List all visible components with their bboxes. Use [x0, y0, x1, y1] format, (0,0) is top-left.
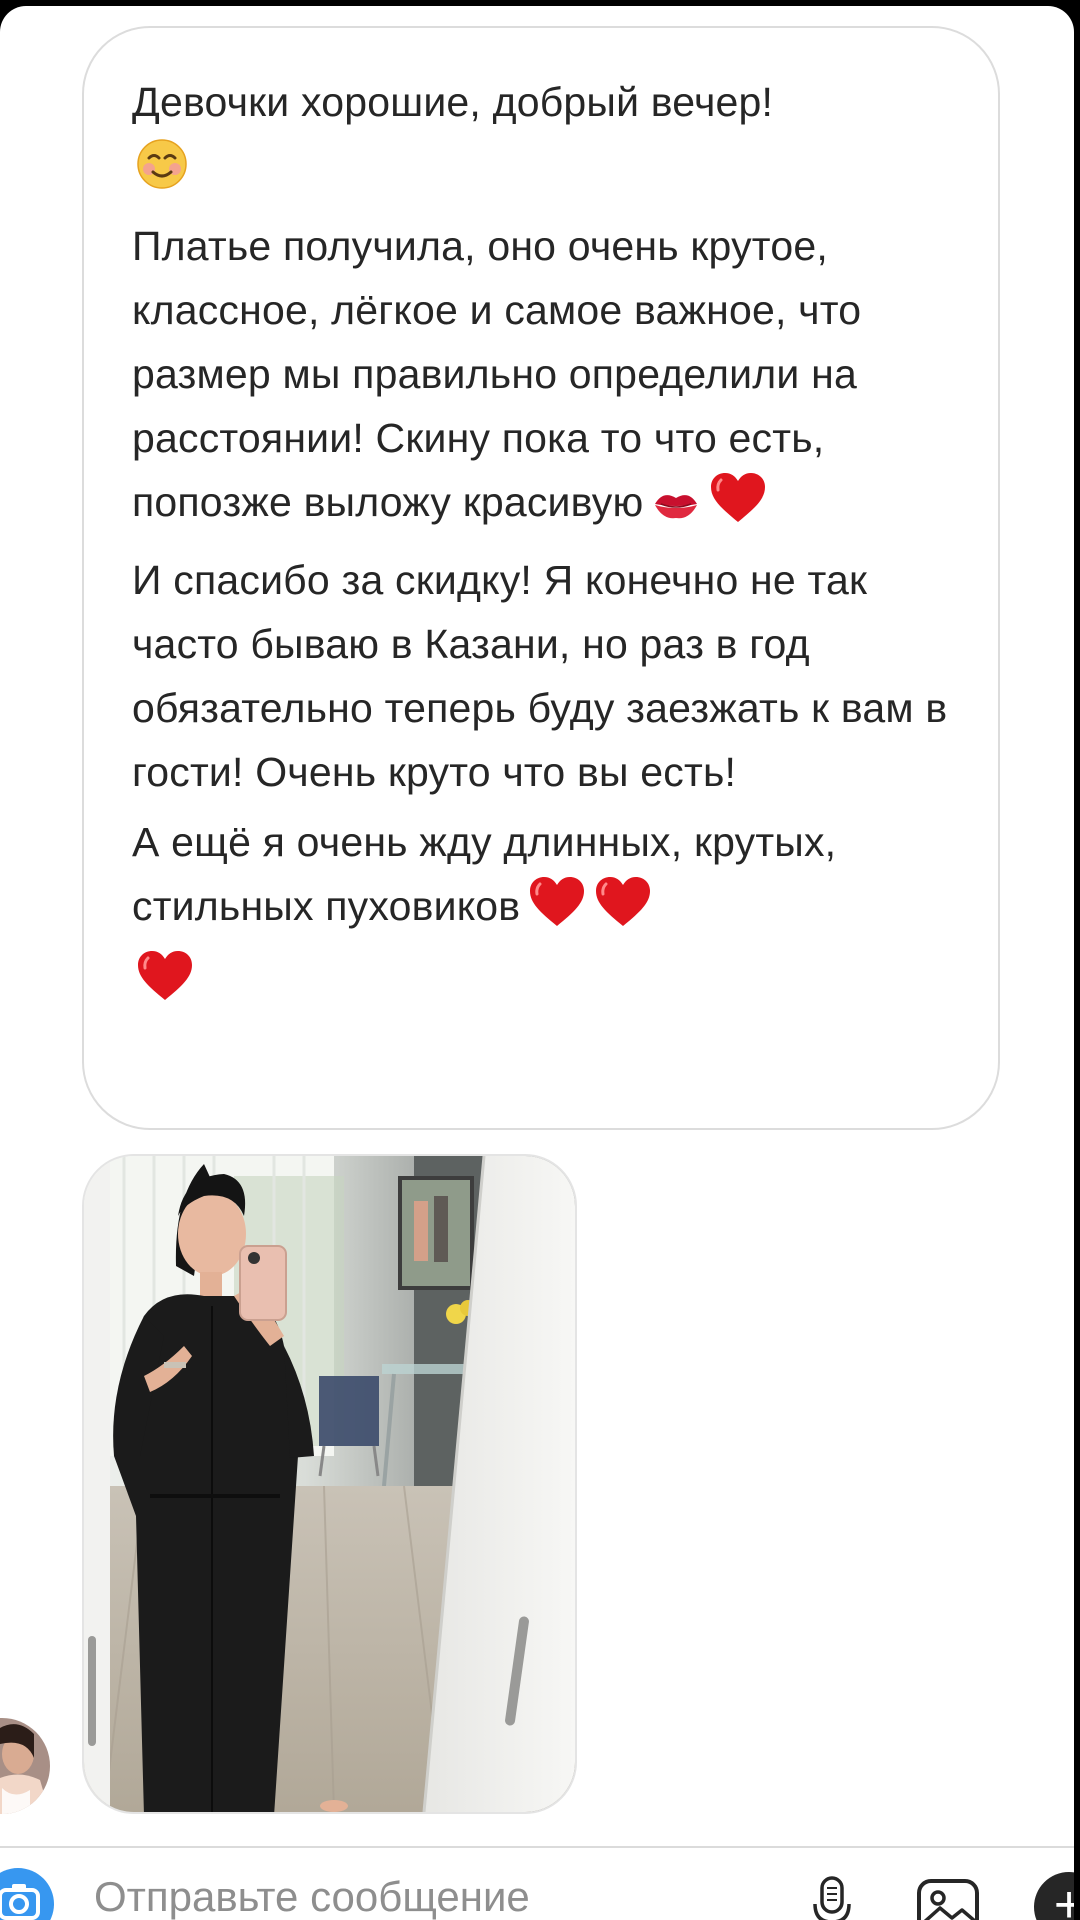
message-line: А ещё я очень жду длинных, крутых, стиль… — [132, 810, 958, 1020]
message-paragraph: Девочки хорошие, добрый вечер! — [132, 79, 774, 125]
message-paragraph: И спасибо за скидку! Я конечно не так ча… — [132, 557, 948, 795]
red-heart-icon — [528, 876, 586, 946]
message-composer: + — [0, 1848, 1074, 1920]
microphone-icon[interactable] — [812, 1876, 852, 1920]
message-paragraph: А ещё я очень жду длинных, крутых, стиль… — [132, 819, 837, 929]
photo-message[interactable] — [82, 1154, 577, 1814]
red-heart-icon — [594, 876, 652, 946]
message-bubble[interactable]: Девочки хорошие, добрый вечер! Платье по… — [82, 26, 1000, 1130]
avatar[interactable] — [0, 1718, 50, 1814]
camera-button[interactable] — [0, 1868, 54, 1920]
plus-button[interactable]: + — [1034, 1872, 1074, 1920]
message-input[interactable] — [94, 1872, 694, 1920]
camera-icon — [0, 1884, 40, 1920]
message-line: Девочки хорошие, добрый вечер! — [132, 70, 958, 208]
red-heart-icon — [136, 950, 958, 1020]
red-heart-icon — [709, 472, 767, 542]
screen: Девочки хорошие, добрый вечер! Платье по… — [0, 0, 1080, 1920]
mirror-selfie-photo — [84, 1156, 575, 1812]
gallery-icon[interactable] — [916, 1878, 980, 1920]
message-text: Девочки хорошие, добрый вечер! Платье по… — [132, 70, 958, 1020]
chat-thread: Девочки хорошие, добрый вечер! Платье по… — [0, 6, 1074, 1920]
message-line: Платье получила, оно очень крутое, класс… — [132, 214, 958, 542]
smiling-face-icon — [136, 138, 958, 208]
kiss-mark-icon — [651, 478, 701, 542]
message-line: И спасибо за скидку! Я конечно не так ча… — [132, 548, 958, 804]
plus-icon: + — [1053, 1876, 1074, 1920]
